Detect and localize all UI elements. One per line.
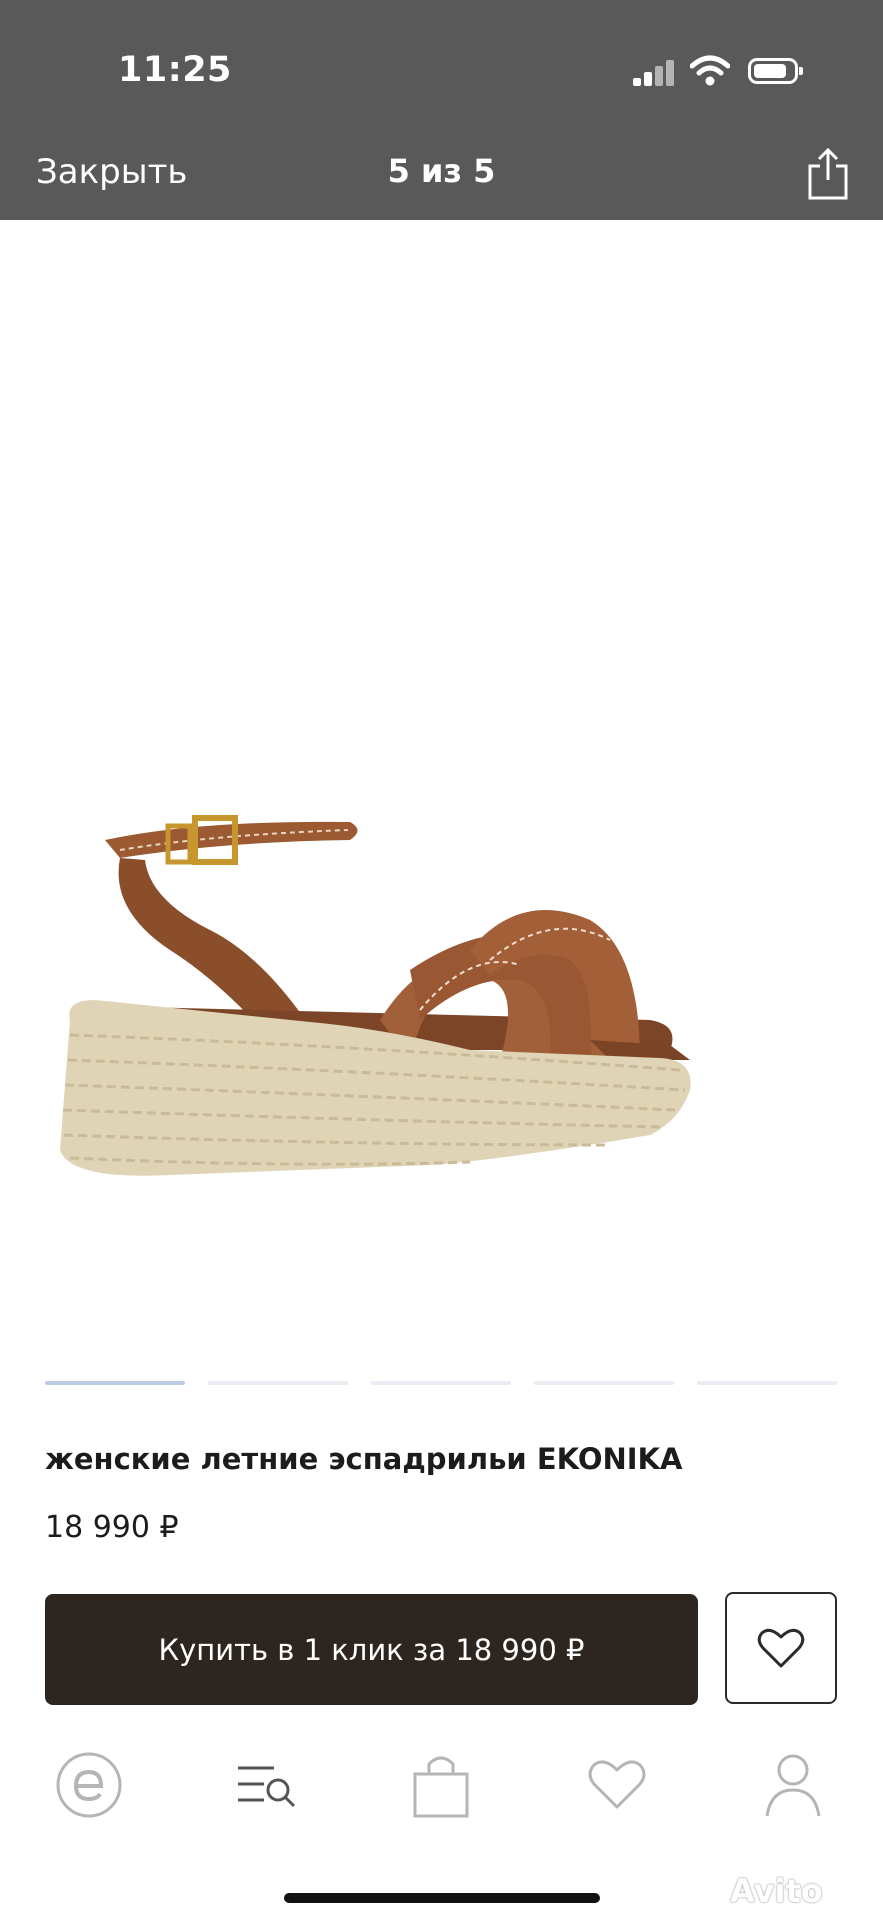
gallery-page-indicator[interactable] bbox=[697, 1381, 837, 1385]
favorites-heart-icon bbox=[588, 1760, 646, 1809]
tab-home[interactable] bbox=[44, 1740, 134, 1830]
product-title: женские летние эспадрильи EKONIKA bbox=[45, 1442, 683, 1476]
cart-bag-icon bbox=[413, 1756, 469, 1818]
product-price: 18 990 ₽ bbox=[45, 1510, 179, 1545]
tab-cart[interactable] bbox=[396, 1740, 486, 1830]
status-time: 11:25 bbox=[118, 50, 232, 90]
gallery-page-indicator[interactable] bbox=[208, 1381, 348, 1385]
gallery-page-indicator[interactable] bbox=[371, 1381, 511, 1385]
cellular-signal-icon bbox=[633, 60, 675, 86]
home-e-icon bbox=[56, 1752, 122, 1818]
buy-one-click-button[interactable]: Купить в 1 клик за 18 990 ₽ bbox=[45, 1594, 698, 1705]
gallery-page-indicator[interactable] bbox=[45, 1381, 185, 1385]
gallery-page-indicator[interactable] bbox=[534, 1381, 674, 1385]
bottom-tab-bar bbox=[0, 1740, 883, 1840]
add-to-favorites-button[interactable] bbox=[725, 1592, 837, 1704]
catalog-search-icon bbox=[238, 1766, 296, 1808]
battery-icon bbox=[748, 58, 803, 84]
product-image-viewer[interactable] bbox=[0, 220, 883, 1330]
share-icon[interactable] bbox=[804, 146, 852, 202]
tab-favorites[interactable] bbox=[572, 1740, 662, 1830]
profile-icon bbox=[765, 1754, 821, 1817]
tab-profile[interactable] bbox=[748, 1740, 838, 1830]
home-indicator[interactable] bbox=[284, 1893, 600, 1903]
tab-catalog[interactable] bbox=[221, 1740, 311, 1830]
avito-watermark: Avito bbox=[730, 1872, 823, 1910]
heart-icon bbox=[757, 1628, 805, 1668]
top-bar: 11:25 Закрыть 5 из 5 bbox=[0, 0, 883, 220]
image-counter: 5 из 5 bbox=[387, 152, 496, 190]
wifi-icon bbox=[690, 55, 730, 86]
buy-button-label: Купить в 1 клик за 18 990 ₽ bbox=[158, 1632, 585, 1667]
sandal-product-photo bbox=[60, 815, 691, 1176]
